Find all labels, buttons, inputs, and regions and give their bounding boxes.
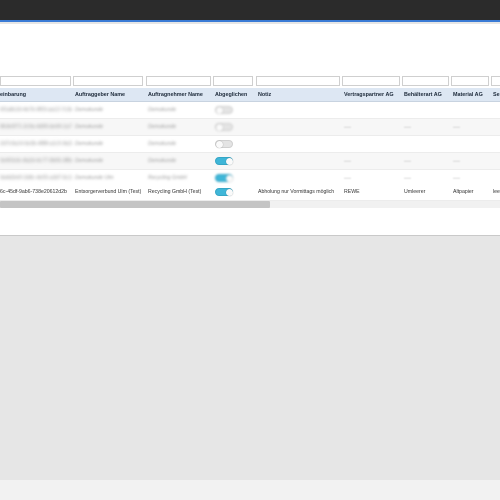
filter-vertragspartner-input[interactable] bbox=[342, 76, 400, 86]
table-row[interactable]: 6f1a8c2d-4e7b-9f03-aa12-7c3e1d9b Demokun… bbox=[0, 102, 500, 119]
toggle-knob bbox=[216, 107, 223, 114]
abgeglichen-toggle[interactable] bbox=[215, 123, 233, 131]
abgeglichen-toggle[interactable] bbox=[215, 188, 233, 196]
toggle-knob bbox=[226, 175, 233, 182]
toggle-knob bbox=[226, 158, 233, 165]
app-title-bar bbox=[0, 0, 500, 22]
column-header-abgeglichen[interactable]: Abgeglichen bbox=[212, 88, 255, 102]
table-row[interactable]: 6c-45df-9ab6-738e20612d2b Entsorgerverbu… bbox=[0, 184, 500, 201]
column-header-behaelterart-ag[interactable]: Behälterart AG bbox=[401, 88, 450, 102]
filter-material-input[interactable] bbox=[451, 76, 489, 86]
cell-auftraggeber: Demokunde bbox=[75, 107, 103, 113]
table-row[interactable]: 5e9f1b3c-8a2d-4c77-9b06-3f8a1e6c Demokun… bbox=[0, 153, 500, 170]
filter-se-input[interactable] bbox=[491, 76, 500, 86]
cell-vertragspartner: REWE bbox=[344, 189, 360, 195]
abgeglichen-toggle[interactable] bbox=[215, 140, 233, 148]
filter-vereinbarung-input[interactable] bbox=[0, 76, 71, 86]
horizontal-scrollbar[interactable] bbox=[0, 201, 500, 208]
cell-behaelterart: — bbox=[404, 124, 411, 131]
cell-material: — bbox=[453, 124, 460, 131]
toggle-knob bbox=[226, 189, 233, 196]
cell-auftragnehmer: Demokunde bbox=[148, 141, 176, 147]
cell-vereinbarung: 2d7c9a14-6e3b-4f88-a1c5-9e2b7d4f bbox=[0, 141, 72, 147]
grid-header-row: einbarung Auftraggeber Name Auftragnehme… bbox=[0, 88, 500, 102]
column-header-vertragspartner-ag[interactable]: Vertragspartner AG bbox=[341, 88, 401, 102]
toggle-knob bbox=[216, 141, 223, 148]
cell-auftraggeber: Entsorgerverbund Ulm (Test) bbox=[75, 189, 142, 195]
cell-vereinbarung: 6c-45df-9ab6-738e20612d2b bbox=[0, 189, 67, 195]
abgeglichen-toggle[interactable] bbox=[215, 157, 233, 165]
cell-behaelterart: Umleerer bbox=[404, 189, 426, 195]
cell-vereinbarung: 8b3e5f71-2c9a-4d06-be44-1a7f2c8e bbox=[0, 124, 72, 130]
filter-abgeglichen-input[interactable] bbox=[213, 76, 253, 86]
column-header-auftragnehmer-name[interactable]: Auftragnehmer Name bbox=[145, 88, 212, 102]
cell-auftragnehmer: Recycling GmbH (Test) bbox=[148, 189, 202, 195]
cell-behaelterart: — bbox=[404, 158, 411, 165]
cell-vereinbarung: 6f1a8c2d-4e7b-9f03-aa12-7c3e1d9b bbox=[0, 107, 72, 113]
table-row[interactable]: 2d7c9a14-6e3b-4f88-a1c5-9e2b7d4f Demokun… bbox=[0, 136, 500, 153]
footer-bar bbox=[0, 480, 500, 500]
filter-behaelterart-input[interactable] bbox=[402, 76, 449, 86]
filter-notiz-input[interactable] bbox=[256, 76, 340, 86]
scrollbar-thumb[interactable] bbox=[0, 201, 270, 208]
cell-vertragspartner: — bbox=[344, 124, 351, 131]
cell-vertragspartner: — bbox=[344, 158, 351, 165]
column-header-vereinbarung[interactable]: einbarung bbox=[0, 88, 72, 102]
toggle-knob bbox=[216, 124, 223, 131]
filter-auftraggeber-input[interactable] bbox=[73, 76, 143, 86]
cell-material: Altpapier bbox=[453, 189, 474, 195]
cell-auftraggeber: Demokunde bbox=[75, 124, 103, 130]
cell-vereinbarung: 5e9f1b3c-8a2d-4c77-9b06-3f8a1e6c bbox=[0, 158, 72, 164]
filter-auftragnehmer-input[interactable] bbox=[146, 76, 211, 86]
cell-notiz: Abholung nur Vormittags möglich bbox=[258, 189, 335, 195]
cell-auftragnehmer: Demokunde bbox=[148, 158, 176, 164]
abgeglichen-toggle[interactable] bbox=[215, 106, 233, 114]
column-header-auftraggeber-name[interactable]: Auftraggeber Name bbox=[72, 88, 145, 102]
column-header-se[interactable]: Se bbox=[490, 88, 500, 102]
cell-auftraggeber: Demokunde bbox=[75, 141, 103, 147]
abgeglichen-toggle[interactable] bbox=[215, 174, 233, 182]
cell-auftraggeber: Demokunde bbox=[75, 158, 103, 164]
cell-se: lee bbox=[493, 189, 500, 195]
cell-auftragnehmer: Demokunde bbox=[148, 124, 176, 130]
cell-auftragnehmer: Demokunde bbox=[148, 107, 176, 113]
column-header-material-ag[interactable]: Material AG bbox=[450, 88, 490, 102]
column-filter-row bbox=[0, 52, 500, 86]
cell-material: — bbox=[453, 158, 460, 165]
table-row[interactable]: 8b3e5f71-2c9a-4d06-be44-1a7f2c8e Demokun… bbox=[0, 119, 500, 136]
column-header-notiz[interactable]: Notiz bbox=[255, 88, 341, 102]
